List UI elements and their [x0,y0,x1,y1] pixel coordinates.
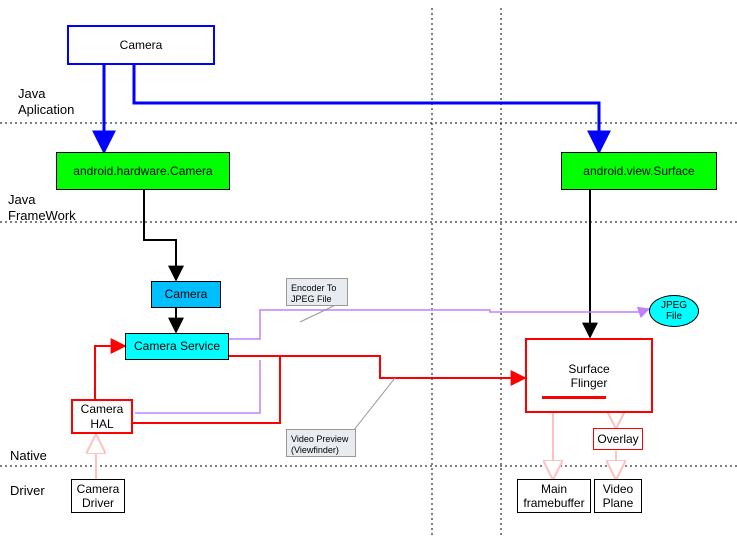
video-plane-box: Video Plane [594,479,642,513]
layer-label-java-framework: Java FrameWork [8,192,76,223]
jpeg-file-ellipse: JPEG File [649,295,699,327]
camera-native-box: Camera [151,281,221,308]
surface-flinger-box: Surface Flinger [525,338,653,413]
overlay-box: Overlay [593,428,643,450]
layer-label-java-application: Java Aplication [18,86,74,117]
architecture-diagram: Java Aplication Java FrameWork Native Dr… [0,0,737,542]
connector-lines [0,0,737,542]
camera-driver-box: Camera Driver [71,479,125,513]
camera-service-box: Camera Service [125,333,229,360]
layer-label-driver: Driver [10,483,45,499]
camera-app-box: Camera [67,25,215,65]
surface-flinger-bar [542,396,606,399]
annotation-encoder-jpeg: Encoder To JPEG File [286,278,348,306]
android-view-surface-box: android.view.Surface [561,152,717,190]
android-hardware-camera-box: android.hardware.Camera [56,152,230,190]
layer-label-native: Native [10,448,47,464]
annotation-video-preview: Video Preview (Viewfinder) [286,429,356,457]
main-framebuffer-box: Main framebuffer [517,479,591,513]
camera-hal-box: Camera HAL [71,399,133,434]
